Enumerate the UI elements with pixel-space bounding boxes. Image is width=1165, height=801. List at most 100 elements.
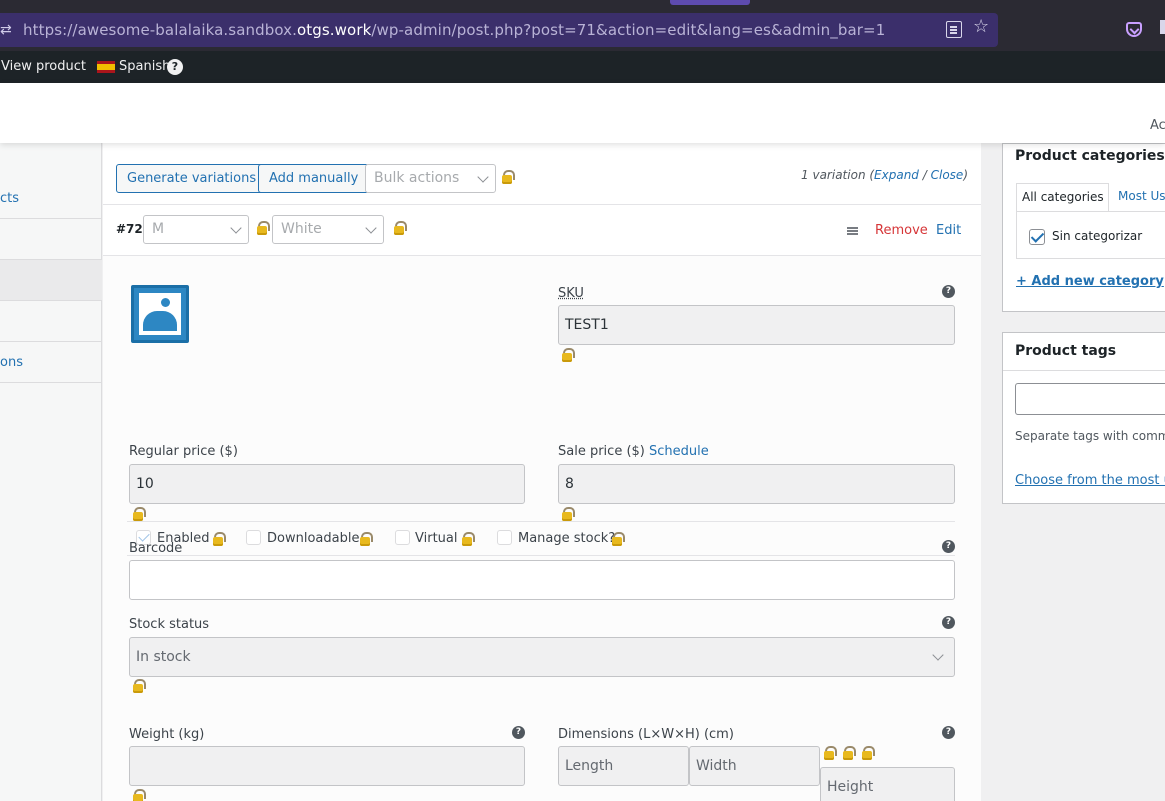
category-list: Sin categorizar bbox=[1016, 211, 1165, 259]
category-checkbox[interactable] bbox=[1029, 229, 1045, 245]
weight-label: Weight (kg) bbox=[129, 727, 205, 742]
help-icon[interactable]: ? bbox=[167, 59, 183, 75]
sale-price-label: Sale price ($) Schedule bbox=[558, 444, 709, 459]
count-suffix: ) bbox=[963, 168, 968, 182]
wp-admin-bar: View product Spanish ? bbox=[0, 51, 1165, 83]
bulk-actions-select[interactable]: Bulk actions bbox=[365, 164, 496, 193]
length-placeholder: Length bbox=[565, 758, 614, 774]
lock-icon bbox=[257, 221, 270, 235]
tab-item-2[interactable] bbox=[0, 219, 102, 260]
expand-link[interactable]: Expand bbox=[874, 168, 919, 182]
url-host: otgs.work bbox=[297, 21, 372, 39]
attribute-size-select[interactable]: M bbox=[143, 215, 249, 244]
header-right-text[interactable]: Ac bbox=[1150, 118, 1165, 133]
reader-view-icon[interactable] bbox=[946, 21, 962, 38]
site-permissions-icon[interactable]: ⇄ bbox=[0, 22, 16, 38]
toolbar-overflow-icon[interactable] bbox=[1160, 20, 1165, 34]
add-manually-button[interactable]: Add manually bbox=[258, 164, 370, 193]
sku-input[interactable]: TEST1 bbox=[558, 305, 955, 345]
variations-toolbar: Generate variations Add manually Bulk ac… bbox=[103, 143, 981, 205]
pocket-icon[interactable] bbox=[1126, 22, 1142, 37]
size-value: M bbox=[152, 221, 165, 237]
schedule-link[interactable]: Schedule bbox=[649, 444, 709, 459]
active-tab-indicator bbox=[670, 0, 750, 5]
lock-icon bbox=[213, 532, 226, 546]
generate-variations-button[interactable]: Generate variations bbox=[116, 164, 268, 193]
tab-label: ons bbox=[0, 355, 23, 370]
tab-item-cts[interactable]: cts bbox=[0, 178, 102, 219]
help-icon[interactable]: ? bbox=[942, 616, 955, 629]
tab-all-categories[interactable]: All categories bbox=[1016, 183, 1109, 212]
manage-stock-checkbox[interactable] bbox=[497, 530, 512, 545]
regular-price-value: 10 bbox=[136, 476, 154, 492]
lock-icon bbox=[133, 789, 146, 801]
remove-variation-link[interactable]: Remove bbox=[875, 223, 928, 238]
help-icon[interactable]: ? bbox=[942, 726, 955, 739]
lock-icon bbox=[394, 221, 407, 235]
bookmark-star-icon[interactable]: ☆ bbox=[973, 18, 989, 36]
url-text[interactable]: https://awesome-balalaika.sandbox.otgs.w… bbox=[23, 21, 885, 39]
sku-value: TEST1 bbox=[565, 317, 609, 333]
regular-price-label: Regular price ($) bbox=[129, 444, 238, 459]
tab-item-active[interactable] bbox=[0, 260, 102, 301]
image-placeholder-icon bbox=[139, 293, 181, 335]
regular-price-input[interactable]: 10 bbox=[129, 464, 525, 504]
weight-input[interactable] bbox=[129, 746, 525, 786]
tag-input[interactable] bbox=[1015, 383, 1165, 415]
downloadable-label: Downloadable bbox=[267, 531, 360, 546]
sale-price-value: 8 bbox=[565, 476, 574, 492]
choose-most-used-tags-link[interactable]: Choose from the most use bbox=[1015, 473, 1165, 488]
tags-hint: Separate tags with comma bbox=[1015, 429, 1165, 443]
barcode-input[interactable] bbox=[129, 560, 955, 600]
tags-divider bbox=[1003, 370, 1165, 371]
bulk-actions-value: Bulk actions bbox=[374, 170, 460, 186]
lock-icon bbox=[862, 746, 875, 760]
language-switcher[interactable]: Spanish bbox=[119, 59, 170, 74]
width-input[interactable]: Width bbox=[689, 746, 820, 786]
url-scheme: https://awesome-balalaika.sandbox. bbox=[23, 21, 298, 39]
close-link[interactable]: Close bbox=[931, 168, 964, 182]
lock-icon bbox=[502, 170, 515, 184]
product-categories-box: Product categories All categories Most U… bbox=[1002, 143, 1165, 312]
barcode-label: Barcode bbox=[129, 541, 183, 556]
sku-label: SKU bbox=[558, 286, 584, 301]
chevron-down-icon bbox=[365, 222, 377, 234]
screen-header: Ac bbox=[0, 83, 1165, 143]
attribute-color-select[interactable]: White bbox=[272, 215, 384, 244]
dimensions-label: Dimensions (L×W×H) (cm) bbox=[558, 727, 734, 742]
view-product-link[interactable]: View product bbox=[1, 59, 86, 74]
help-icon[interactable]: ? bbox=[942, 540, 955, 553]
stock-status-label: Stock status bbox=[129, 617, 210, 632]
help-icon[interactable]: ? bbox=[942, 285, 955, 298]
tab-item-ons[interactable]: ons bbox=[0, 342, 102, 383]
count-sep: / bbox=[918, 168, 931, 182]
edit-variation-link[interactable]: Edit bbox=[936, 223, 961, 238]
color-value: White bbox=[281, 221, 322, 237]
count-text: 1 variation ( bbox=[801, 168, 875, 182]
tab-most-used[interactable]: Most Us bbox=[1118, 189, 1165, 203]
lock-icon bbox=[133, 679, 146, 693]
variation-image[interactable] bbox=[131, 285, 189, 343]
sale-price-input[interactable]: 8 bbox=[558, 464, 955, 504]
stock-status-select[interactable]: In stock bbox=[129, 637, 955, 677]
chevron-down-icon bbox=[230, 222, 242, 234]
help-icon[interactable]: ? bbox=[512, 726, 525, 739]
downloadable-checkbox[interactable] bbox=[246, 530, 261, 545]
product-tags-box: Product tags Separate tags with comma Ch… bbox=[1002, 332, 1165, 504]
tab-item-4[interactable] bbox=[0, 301, 102, 342]
variation-row[interactable]: #72 M White Remove Edit bbox=[103, 205, 981, 256]
height-input[interactable]: Height bbox=[820, 767, 955, 801]
url-bar[interactable]: ⇄ https://awesome-balalaika.sandbox.otgs… bbox=[0, 13, 998, 47]
stock-status-value: In stock bbox=[136, 649, 191, 665]
drag-handle-icon[interactable] bbox=[847, 227, 858, 229]
add-new-category-link[interactable]: + Add new category bbox=[1016, 274, 1164, 289]
virtual-checkbox[interactable] bbox=[395, 530, 410, 545]
variation-id: #72 bbox=[116, 222, 143, 236]
virtual-label: Virtual bbox=[415, 531, 458, 546]
height-placeholder: Height bbox=[827, 779, 874, 795]
chevron-down-icon bbox=[477, 171, 489, 183]
length-input[interactable]: Length bbox=[558, 746, 689, 786]
chevron-down-icon bbox=[932, 649, 944, 661]
lock-icon bbox=[843, 746, 856, 760]
product-data-tabs: cts ons bbox=[0, 143, 102, 801]
